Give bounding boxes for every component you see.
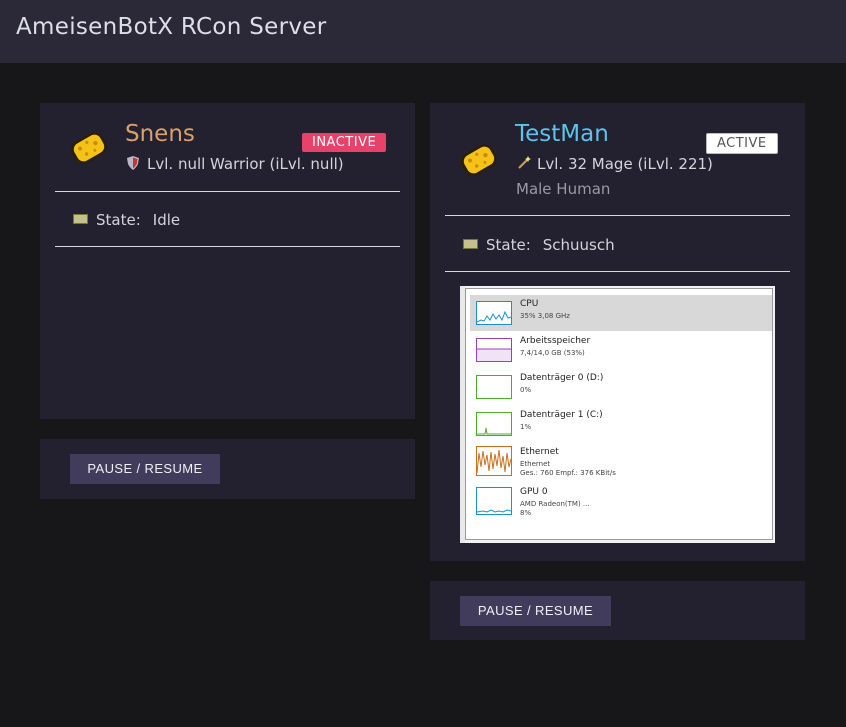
perf-detail: Ethernet bbox=[520, 460, 551, 468]
wand-icon bbox=[517, 156, 531, 174]
bot-controls-testman: PAUSE / RESUME bbox=[430, 581, 805, 640]
perf-detail: Ges.: 760 Empf.: 376 KBit/s bbox=[520, 469, 616, 477]
perf-name: Datenträger 0 (D:) bbox=[520, 373, 604, 383]
bot-name: Snens bbox=[125, 121, 195, 147]
app-title: AmeisenBotX RCon Server bbox=[16, 14, 327, 40]
bot-screenshot: CPU 35% 3,08 GHz Arbeitsspeicher 7,4/14,… bbox=[460, 286, 775, 543]
divider bbox=[445, 271, 790, 272]
pause-resume-button[interactable]: PAUSE / RESUME bbox=[70, 454, 220, 484]
perf-name: Arbeitsspeicher bbox=[520, 336, 591, 346]
network-graph-icon bbox=[476, 446, 512, 476]
class-line: Lvl. null Warrior (iLvl. null) bbox=[127, 155, 344, 174]
state-line: State: Idle bbox=[73, 211, 180, 229]
perf-detail: 7,4/14,0 GB (53%) bbox=[520, 349, 585, 357]
class-text: Lvl. 32 Mage (iLvl. 221) bbox=[537, 155, 713, 173]
divider bbox=[55, 191, 400, 192]
status-badge: INACTIVE bbox=[302, 133, 387, 152]
perf-item-disk1[interactable]: Datenträger 1 (C:) 1% bbox=[470, 406, 772, 442]
state-value: Idle bbox=[152, 211, 181, 229]
perf-detail: 1% bbox=[520, 423, 532, 431]
divider bbox=[55, 246, 400, 247]
gpu-graph-icon bbox=[476, 487, 512, 515]
pause-resume-button[interactable]: PAUSE / RESUME bbox=[460, 596, 611, 626]
bot-card-snens: Snens INACTIVE Lvl. null Warrior (iLvl. … bbox=[40, 103, 415, 419]
perf-item-ethernet[interactable]: Ethernet Ethernet Ges.: 760 Empf.: 376 K… bbox=[470, 443, 772, 479]
state-value: Schuusch bbox=[542, 236, 615, 254]
perf-item-disk0[interactable]: Datenträger 0 (D:) 0% bbox=[470, 369, 772, 405]
cpu-graph-icon bbox=[476, 301, 512, 325]
memory-graph-icon bbox=[476, 338, 512, 362]
perf-detail: AMD Radeon(TM) ... bbox=[520, 500, 590, 508]
perf-name: GPU 0 bbox=[520, 487, 548, 497]
state-label: State: bbox=[486, 236, 531, 254]
top-bar: AmeisenBotX RCon Server bbox=[0, 0, 846, 63]
bot-card-testman: TestMan ACTIVE Lvl. 32 Mage (iLvl. 221) … bbox=[430, 103, 805, 561]
perf-detail: 8% bbox=[520, 509, 532, 517]
sponge-icon bbox=[68, 127, 110, 169]
bot-controls-snens: PAUSE / RESUME bbox=[40, 439, 415, 499]
state-label: State: bbox=[96, 211, 141, 229]
class-text: Lvl. null Warrior (iLvl. null) bbox=[147, 155, 344, 173]
perf-name: CPU bbox=[520, 299, 539, 309]
monitor-icon bbox=[73, 214, 88, 224]
state-line: State: Schuusch bbox=[463, 236, 615, 254]
race-line: Male Human bbox=[516, 180, 611, 198]
class-line: Lvl. 32 Mage (iLvl. 221) bbox=[517, 155, 713, 174]
perf-detail: 0% bbox=[520, 386, 532, 394]
bot-name: TestMan bbox=[515, 121, 609, 147]
screenshot-panel: CPU 35% 3,08 GHz Arbeitsspeicher 7,4/14,… bbox=[465, 288, 773, 540]
perf-item-memory[interactable]: Arbeitsspeicher 7,4/14,0 GB (53%) bbox=[470, 332, 772, 368]
perf-item-cpu[interactable]: CPU 35% 3,08 GHz bbox=[470, 295, 772, 331]
perf-name: Ethernet bbox=[520, 447, 559, 457]
divider bbox=[445, 215, 790, 216]
perf-item-gpu[interactable]: GPU 0 AMD Radeon(TM) ... 8% bbox=[470, 483, 772, 519]
perf-detail: 35% 3,08 GHz bbox=[520, 312, 570, 320]
disk-graph-icon bbox=[476, 375, 512, 399]
perf-name: Datenträger 1 (C:) bbox=[520, 410, 603, 420]
status-badge: ACTIVE bbox=[706, 133, 778, 154]
shield-icon bbox=[127, 156, 141, 174]
sponge-icon bbox=[458, 139, 500, 181]
monitor-icon bbox=[463, 239, 478, 249]
disk-graph-icon bbox=[476, 412, 512, 436]
